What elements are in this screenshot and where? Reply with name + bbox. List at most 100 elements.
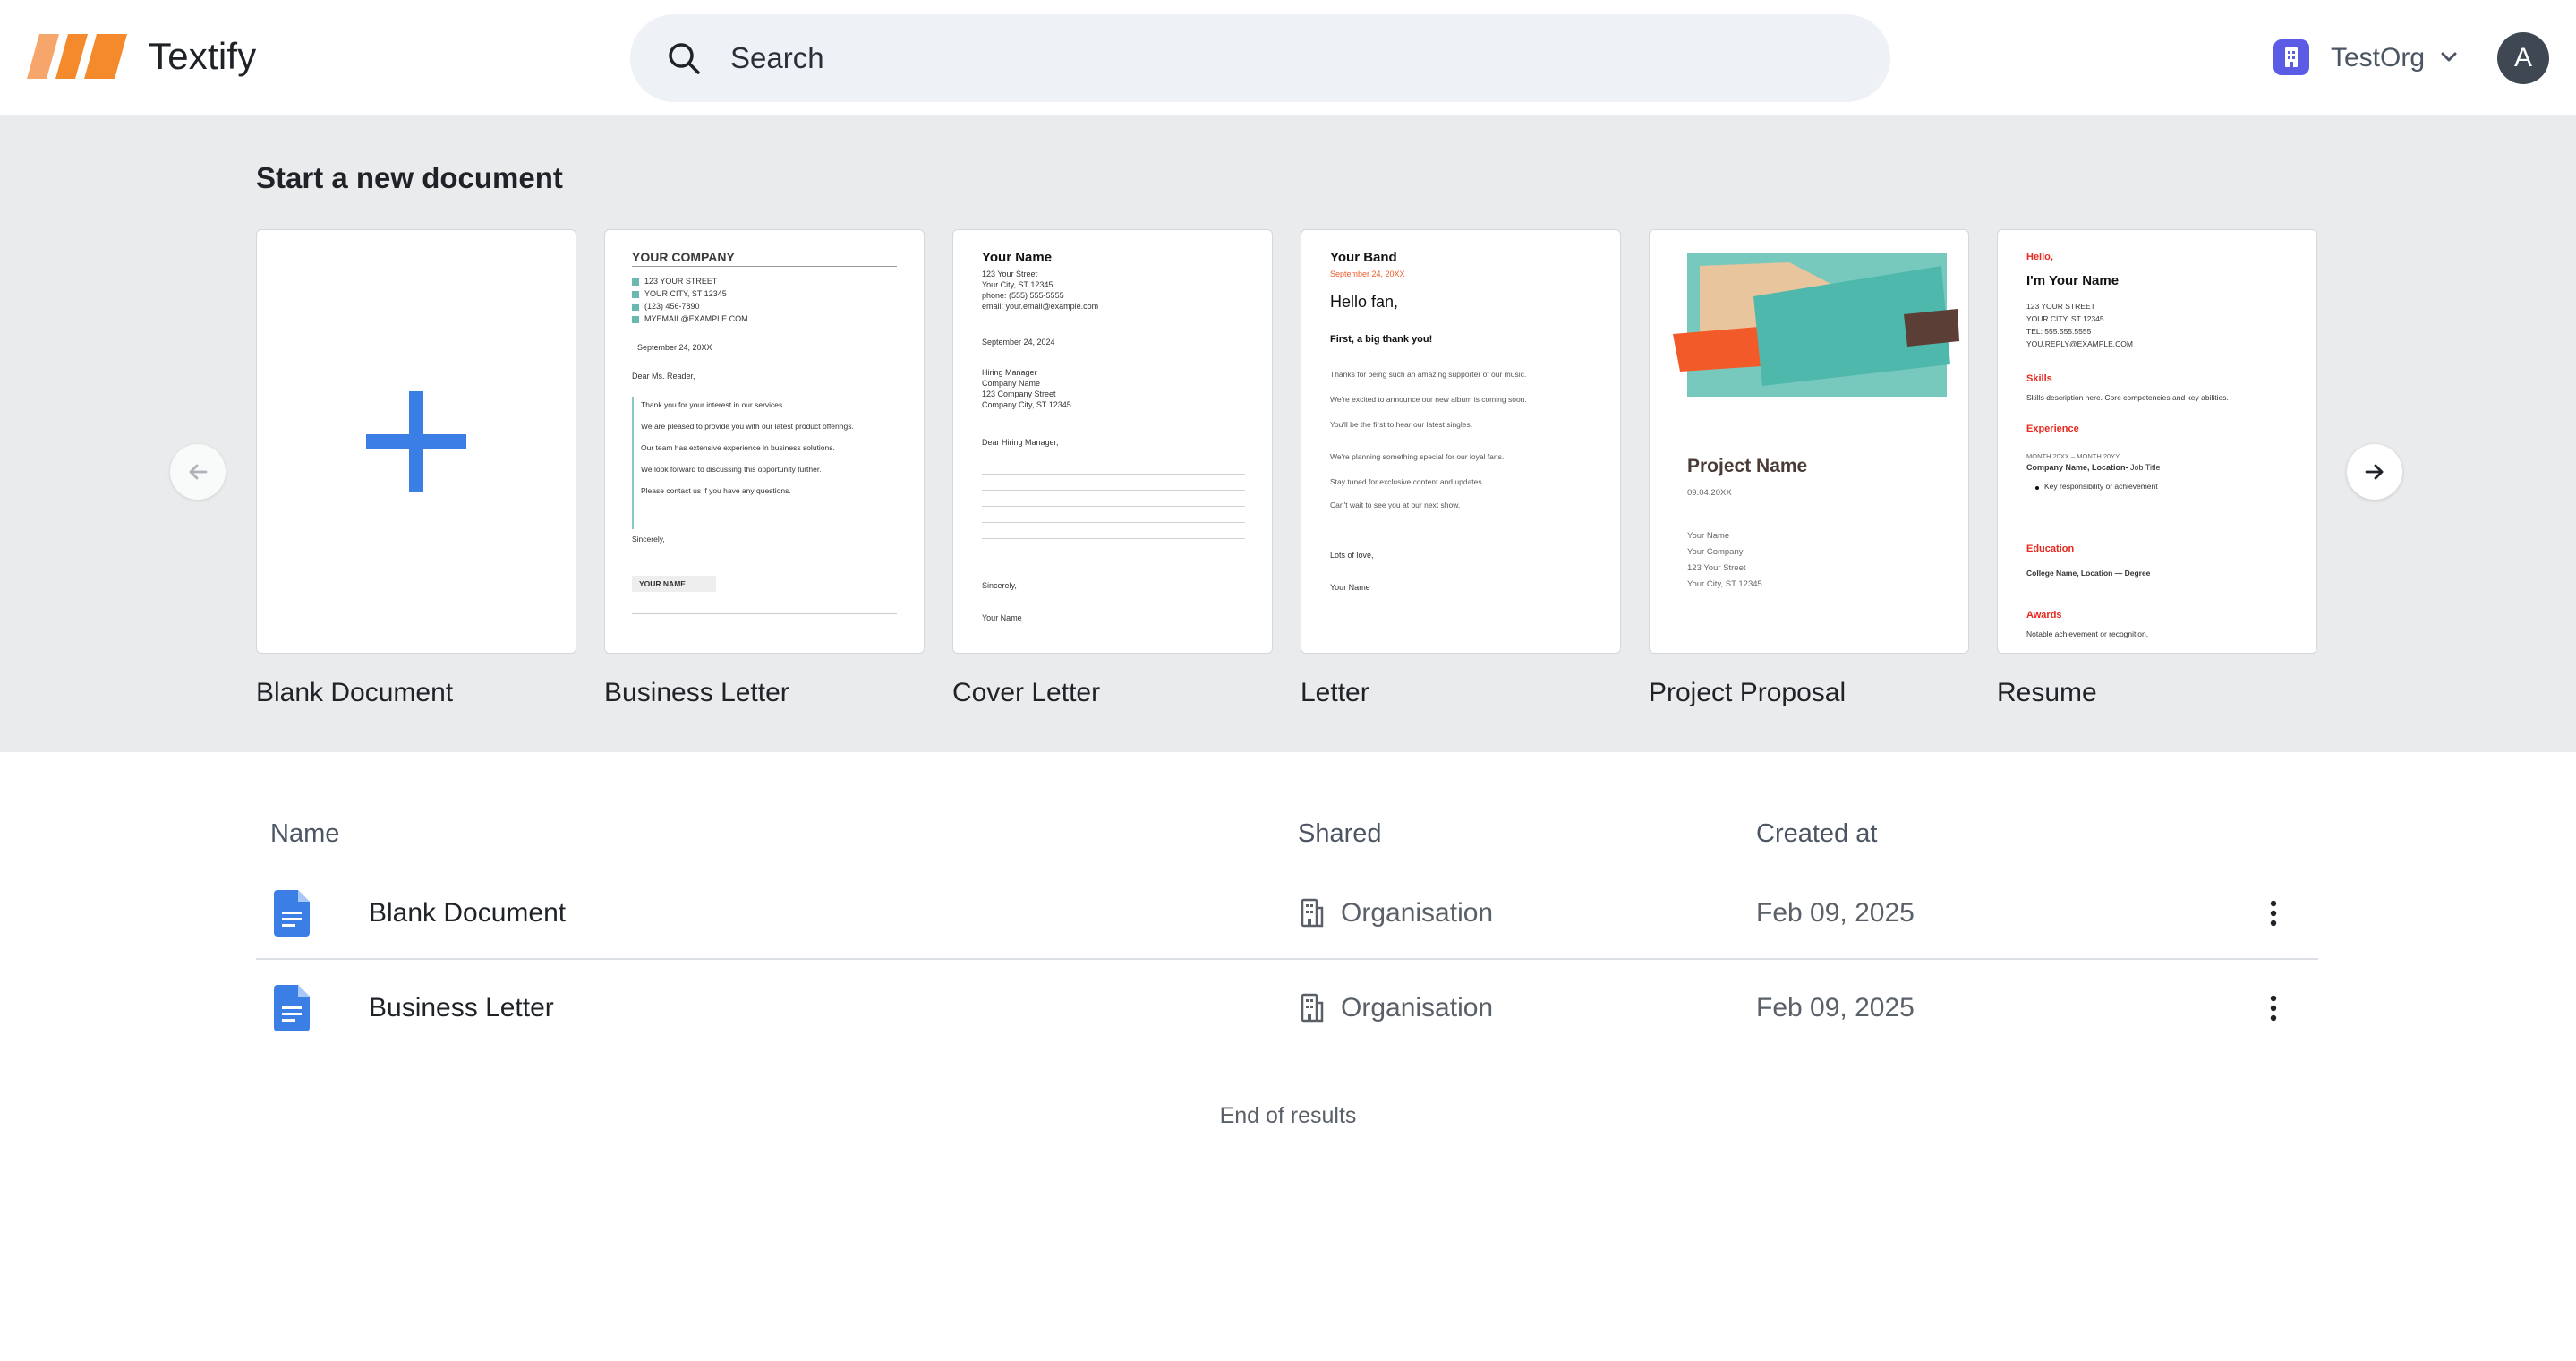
- preview-closing: Lots of love,: [1330, 551, 1374, 560]
- preview-skills-heading: Skills: [2026, 373, 2052, 384]
- search-icon: [669, 43, 700, 74]
- preview-greeting: Hello fan,: [1330, 293, 1399, 311]
- preview-body-3: Our team has extensive experience in bus…: [641, 443, 835, 452]
- search-input[interactable]: [730, 14, 1849, 102]
- top-bar: Textify TestOrg A: [0, 0, 2576, 115]
- preview-contact-3: TEL: 555.555.5555: [2026, 327, 2092, 336]
- document-row[interactable]: Business Letter Organisation Feb 09, 202…: [256, 962, 2318, 1055]
- preview-contact-1: 123 Your Street: [982, 270, 1038, 278]
- more-options-icon[interactable]: [2254, 894, 2293, 933]
- building-icon: [1301, 898, 1324, 928]
- shared-scope: Organisation: [1341, 898, 1494, 928]
- preview-name: YOUR NAME: [632, 576, 716, 592]
- preview-recipient-1: Hiring Manager: [982, 368, 1037, 377]
- preview-date: September 24, 2024: [982, 338, 1055, 347]
- template-card-project-proposal[interactable]: Project Name 09.04.20XX Your Name Your C…: [1649, 229, 1969, 654]
- preview-bullet: [632, 278, 639, 286]
- created-date: Feb 09, 2025: [1756, 993, 1915, 1023]
- preview-contact-2: Your Company: [1687, 547, 1744, 557]
- preview-recipient-4: Company City, ST 12345: [982, 400, 1071, 409]
- created-date: Feb 09, 2025: [1756, 898, 1915, 928]
- preview-recipient-2: Company Name: [982, 379, 1041, 388]
- preview-exp-bullet: Key responsibility or achievement: [2044, 482, 2158, 491]
- templates-section: Start a new document Blank Document YOUR…: [0, 115, 2576, 752]
- template-card-business-letter[interactable]: YOUR COMPANY 123 YOUR STREET YOUR CITY, …: [604, 229, 925, 654]
- preview-body-4: We look forward to discussing this oppor…: [641, 465, 822, 474]
- preview-closing: Sincerely,: [982, 581, 1017, 590]
- preview-address-2: YOUR CITY, ST 12345: [644, 289, 727, 298]
- column-header-name[interactable]: Name: [270, 817, 339, 851]
- brand-name[interactable]: Textify: [149, 32, 256, 81]
- template-label-cover-letter[interactable]: Cover Letter: [952, 675, 1100, 711]
- preview-address-4: MYEMAIL@EXAMPLE.COM: [644, 314, 748, 323]
- preview-rule: [632, 613, 897, 614]
- preview-exp-role: Company Name, Location- Job Title: [2026, 463, 2161, 472]
- carousel-prev-button[interactable]: [170, 444, 226, 500]
- shared-scope: Organisation: [1341, 993, 1494, 1023]
- carousel-next-button[interactable]: [2347, 444, 2402, 500]
- document-name[interactable]: Business Letter: [369, 990, 554, 1026]
- preview-body-6: Can't wait to see you at our next show.: [1330, 501, 1461, 509]
- template-card-blank[interactable]: [256, 229, 576, 654]
- preview-line: [982, 538, 1245, 539]
- preview-closing: Sincerely,: [632, 535, 665, 544]
- preview-body-5: Please contact us if you have any questi…: [641, 486, 791, 495]
- preview-date: September 24, 20XX: [637, 343, 712, 352]
- template-card-resume[interactable]: Hello, I'm Your Name 123 YOUR STREET YOU…: [1997, 229, 2317, 654]
- preview-body-2: We're excited to announce our new album …: [1330, 395, 1527, 404]
- preview-exp-company: Company Name, Location-: [2026, 463, 2128, 472]
- preview-recipient-3: 123 Company Street: [982, 389, 1056, 398]
- search-bar[interactable]: [630, 14, 1890, 102]
- preview-contact-1: 123 YOUR STREET: [2026, 302, 2095, 311]
- column-header-created[interactable]: Created at: [1756, 817, 1877, 851]
- preview-address-3: (123) 456-7890: [644, 302, 700, 311]
- template-label-project-proposal[interactable]: Project Proposal: [1649, 675, 1846, 711]
- template-card-letter[interactable]: Your Band September 24, 20XX Hello fan, …: [1301, 229, 1621, 654]
- templates-title: Start a new document: [256, 161, 563, 194]
- document-row[interactable]: Blank Document Organisation Feb 09, 2025: [256, 867, 2318, 960]
- more-options-icon[interactable]: [2254, 989, 2293, 1028]
- template-label-letter[interactable]: Letter: [1301, 675, 1369, 711]
- building-icon: [1301, 993, 1324, 1023]
- template-label-resume[interactable]: Resume: [1997, 675, 2097, 711]
- column-header-shared[interactable]: Shared: [1298, 817, 1382, 851]
- preview-education-heading: Education: [2026, 544, 2075, 554]
- preview-band: Your Band: [1330, 250, 1397, 265]
- preview-contact-4: YOU.REPLY@EXAMPLE.COM: [2026, 339, 2133, 348]
- preview-contact-3: phone: (555) 555-5555: [982, 291, 1064, 300]
- preview-date: September 24, 20XX: [1330, 270, 1405, 278]
- preview-greeting: Dear Ms. Reader,: [632, 372, 695, 381]
- arrow-right-icon: [2365, 464, 2384, 480]
- preview-skills: Skills description here. Core competenci…: [2026, 393, 2229, 402]
- preview-line: [982, 490, 1245, 491]
- preview-contact-2: Your City, ST 12345: [982, 280, 1053, 289]
- preview-date: 09.04.20XX: [1687, 488, 1732, 498]
- document-icon: [274, 890, 310, 937]
- preview-contact-2: YOUR CITY, ST 12345: [2026, 314, 2104, 323]
- preview-line: [982, 474, 1245, 475]
- template-label-blank[interactable]: Blank Document: [256, 675, 453, 711]
- preview-education: College Name, Location — Degree: [2026, 569, 2151, 578]
- template-card-cover-letter[interactable]: Your Name 123 Your Street Your City, ST …: [952, 229, 1273, 654]
- chevron-down-icon: [2441, 52, 2457, 62]
- preview-line: [982, 522, 1245, 523]
- preview-signature: Your Name: [982, 613, 1022, 622]
- preview-exp-dates: MONTH 20XX – MONTH 20YY: [2026, 452, 2120, 460]
- preview-body-1: Thanks for being such an amazing support…: [1330, 370, 1527, 379]
- preview-experience-heading: Experience: [2026, 424, 2079, 434]
- preview-body-5: Stay tuned for exclusive content and upd…: [1330, 477, 1485, 486]
- preview-headline: First, a big thank you!: [1330, 334, 1433, 345]
- document-name[interactable]: Blank Document: [369, 895, 566, 931]
- preview-exp-title: Job Title: [2128, 463, 2161, 472]
- preview-bullet: [632, 316, 639, 323]
- preview-contact-3: 123 Your Street: [1687, 563, 1746, 573]
- preview-bullet: [632, 291, 639, 298]
- textify-logo-icon[interactable]: [27, 34, 127, 79]
- org-switcher[interactable]: TestOrg: [2270, 36, 2467, 79]
- preview-body-1: Thank you for your interest in our servi…: [641, 400, 785, 409]
- user-avatar[interactable]: A: [2497, 32, 2549, 84]
- preview-contact-4: Your City, ST 12345: [1687, 579, 1762, 589]
- preview-contact-1: Your Name: [1687, 531, 1730, 541]
- template-label-business-letter[interactable]: Business Letter: [604, 675, 789, 711]
- preview-body-4: We're planning something special for our…: [1330, 452, 1505, 461]
